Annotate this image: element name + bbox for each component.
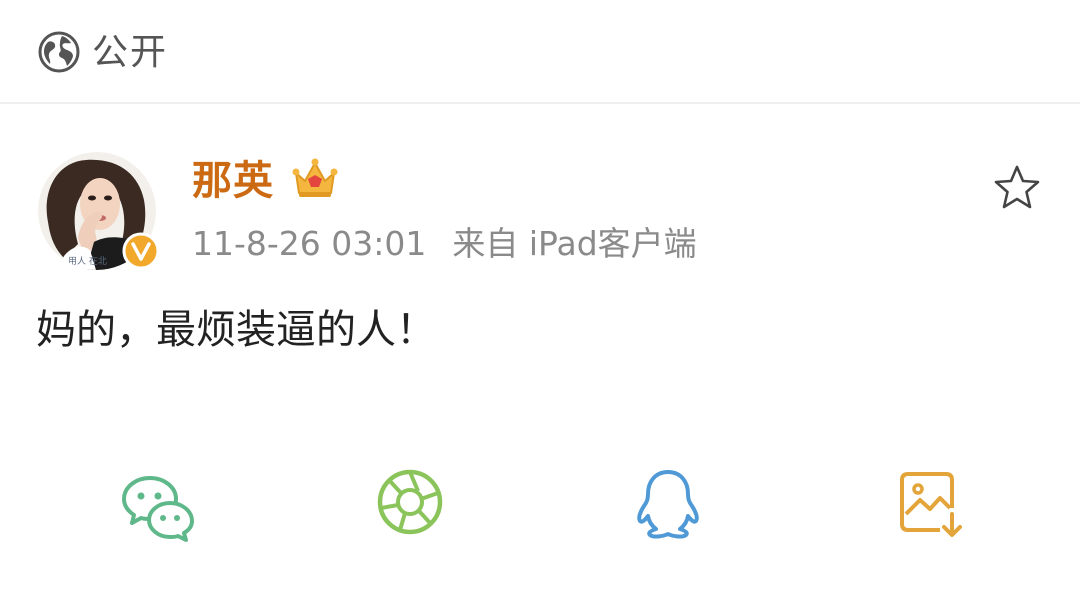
post-text: 妈的，最烦装逼的人！ <box>36 307 436 353</box>
post-time: 11-8-26 03:01 <box>192 224 427 263</box>
wechat-icon[interactable] <box>118 466 198 546</box>
star-outline-icon[interactable] <box>992 164 1042 212</box>
visibility-selector[interactable]: 公开 <box>0 0 1080 104</box>
username[interactable]: 那英 <box>192 156 274 206</box>
crown-icon <box>292 158 338 197</box>
globe-icon <box>38 31 80 73</box>
moments-icon[interactable] <box>370 462 450 542</box>
post-share-page: 公开 用人 在北 那英 11-8-26 03:01 来自 iPad客户端 妈的，… <box>0 0 1080 600</box>
qq-icon[interactable] <box>628 462 708 542</box>
post-source[interactable]: 来自 iPad客户端 <box>452 224 696 263</box>
post-meta: 11-8-26 03:01 来自 iPad客户端 <box>192 222 697 266</box>
save-image-icon[interactable] <box>890 462 970 542</box>
user-avatar-group[interactable]: 用人 在北 <box>38 152 160 270</box>
svg-text:用人 在北: 用人 在北 <box>68 255 107 267</box>
verified-badge-icon <box>122 232 160 270</box>
visibility-label: 公开 <box>92 32 169 73</box>
